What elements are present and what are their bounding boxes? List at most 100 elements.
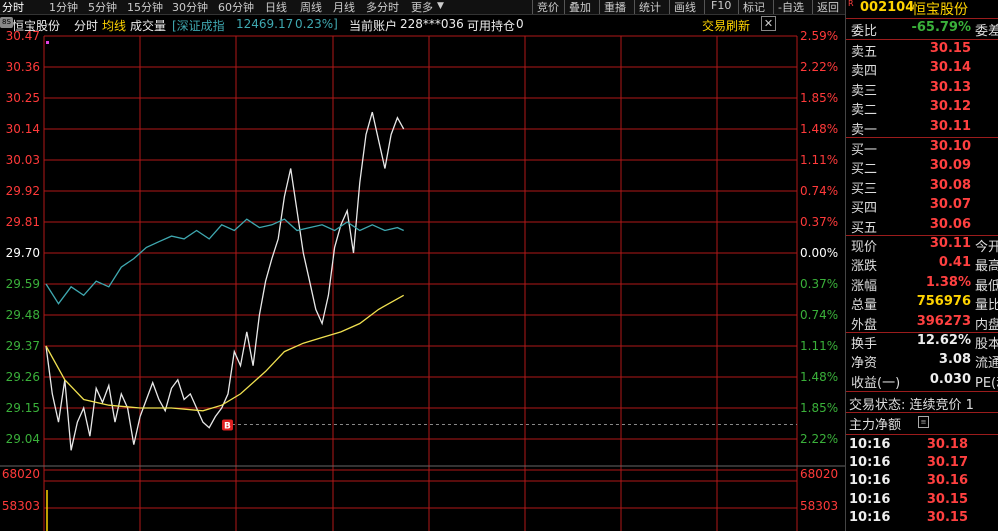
series-line — [45, 111, 405, 451]
bid-price: 30.07 — [929, 197, 971, 213]
divider — [846, 18, 998, 19]
quote-label: 外盘 — [851, 317, 878, 333]
ask-price: 30.13 — [929, 79, 971, 95]
stock-header: R 002104 恒宝股份 — [846, 0, 998, 18]
stat-label: 净资 — [851, 356, 878, 372]
pct-tick-label: 0.37% — [800, 277, 838, 291]
tick-time: 10:16 — [849, 437, 891, 452]
stat-label: 收益(一) — [851, 375, 901, 391]
pct-tick-label: 0.37% — [800, 215, 838, 229]
tick-time: 10:16 — [849, 473, 891, 489]
ask-row: 卖二 30.12 — [846, 99, 998, 118]
main-flow-label[interactable]: 主力净额 — [849, 414, 901, 433]
bid-row: 买三 30.08 — [846, 178, 998, 197]
price-tick-label: 29.37 — [6, 339, 40, 353]
bid-row: 买一 30.10 — [846, 139, 998, 158]
tick-row: 10:16 30.16 — [846, 473, 998, 492]
quote-right-label: 最低 — [975, 278, 998, 294]
price-tick-label: 29.59 — [6, 277, 40, 291]
bid-label: 买一 — [851, 143, 878, 158]
bid-price: 30.10 — [929, 139, 971, 154]
bid-price: 30.08 — [929, 177, 971, 193]
pct-tick-label: 2.59% — [800, 29, 838, 43]
series-line — [45, 294, 405, 412]
ask-price: 30.11 — [929, 118, 971, 134]
divider — [846, 39, 998, 40]
stock-name: 恒宝股份 — [912, 2, 968, 18]
ask-row: 卖一 30.11 — [846, 119, 998, 138]
bid-label: 买二 — [851, 162, 878, 178]
volume-tick-label: 58303 — [2, 499, 40, 513]
stock-code: 002104 — [860, 0, 915, 15]
price-tick-label: 30.03 — [6, 153, 40, 167]
stat-right-label: 流通 — [975, 356, 998, 372]
stat-value: 0.030 — [929, 371, 971, 387]
quote-row: 涨幅 1.38% 最低 — [846, 275, 998, 294]
bid-label: 买五 — [851, 220, 878, 236]
volume-tick-label-right: 68020 — [800, 467, 838, 481]
ask-price: 30.12 — [929, 99, 971, 115]
bid-label: 买三 — [851, 181, 878, 197]
stat-value: 3.08 — [938, 352, 971, 368]
ask-price: 30.15 — [929, 41, 971, 56]
ask-label: 卖四 — [851, 64, 878, 80]
quote-row: 涨跌 0.41 最高 — [846, 255, 998, 274]
webi-value: -65.79% — [911, 20, 971, 35]
bid-label: 买四 — [851, 201, 878, 217]
divider — [846, 412, 998, 413]
pct-tick-label: 0.74% — [800, 308, 838, 322]
tick-time: 10:16 — [849, 509, 891, 525]
quote-right-label: 最高 — [975, 259, 998, 275]
price-tick-label: 29.26 — [6, 370, 40, 384]
ask-label: 卖三 — [851, 83, 878, 99]
tick-time: 10:16 — [849, 491, 891, 507]
price-tick-label: 30.47 — [6, 29, 40, 43]
price-tick-label: 29.15 — [6, 401, 40, 415]
price-tick-label: 30.14 — [6, 122, 40, 136]
quote-value: 0.41 — [938, 255, 971, 271]
pct-tick-label: 1.11% — [800, 153, 838, 167]
quote-panel: R 002104 恒宝股份 委比 -65.79% 委差 交易状态: 连续竞价 1… — [845, 0, 998, 531]
tick-price: 30.15 — [926, 509, 968, 525]
stat-row: 收益(一) 0.030PE(动 — [846, 372, 998, 391]
quote-row: 总量 756976 量比 — [846, 294, 998, 313]
price-tick-label: 29.48 — [6, 308, 40, 322]
main-flow-row[interactable]: 主力净额 ≡ — [846, 414, 998, 433]
bid-row: 买二 30.09 — [846, 158, 998, 177]
stat-label: 换手 — [851, 337, 878, 352]
r-marker: R — [848, 0, 854, 8]
quote-label: 现价 — [851, 240, 878, 255]
pct-tick-label: 2.22% — [800, 60, 838, 74]
divider — [846, 434, 998, 435]
buy-marker-label: B — [224, 421, 231, 431]
tick-price: 30.16 — [926, 473, 968, 489]
weicha-label: 委差 — [975, 24, 998, 39]
bid-row: 买五 30.06 — [846, 217, 998, 236]
pct-tick-label: 1.48% — [800, 370, 838, 384]
trade-status: 交易状态: 连续竞价 1 — [849, 398, 974, 413]
list-icon[interactable]: ≡ — [918, 416, 929, 428]
stat-right-label: PE(动 — [975, 375, 998, 391]
tick-price: 30.15 — [926, 491, 968, 507]
pct-tick-label: 0.00% — [800, 246, 838, 260]
ask-row: 卖四 30.14 — [846, 60, 998, 79]
volume-tick-label: 68020 — [2, 467, 40, 481]
quote-value: 396273 — [916, 313, 971, 329]
divider — [846, 391, 998, 392]
tick-price: 30.18 — [926, 437, 968, 452]
webi-label: 委比 — [851, 24, 878, 39]
indicator-badge[interactable]: 8S — [0, 17, 13, 28]
ask-row: 卖五 30.15 — [846, 41, 998, 60]
price-tick-label: 29.81 — [6, 215, 40, 229]
quote-right-label: 量比 — [975, 298, 998, 314]
pct-tick-label: 1.85% — [800, 401, 838, 415]
stat-value: 12.62% — [916, 333, 971, 348]
tick-row: 10:16 30.18 — [846, 437, 998, 456]
price-tick-label: 29.04 — [6, 432, 40, 446]
quote-label: 涨跌 — [851, 259, 878, 275]
pct-tick-label: 1.85% — [800, 91, 838, 105]
bid-price: 30.06 — [929, 216, 971, 232]
quote-right-label: 今开 — [975, 240, 998, 255]
pct-tick-label: 1.11% — [800, 339, 838, 353]
ask-row: 卖三 30.13 — [846, 80, 998, 99]
